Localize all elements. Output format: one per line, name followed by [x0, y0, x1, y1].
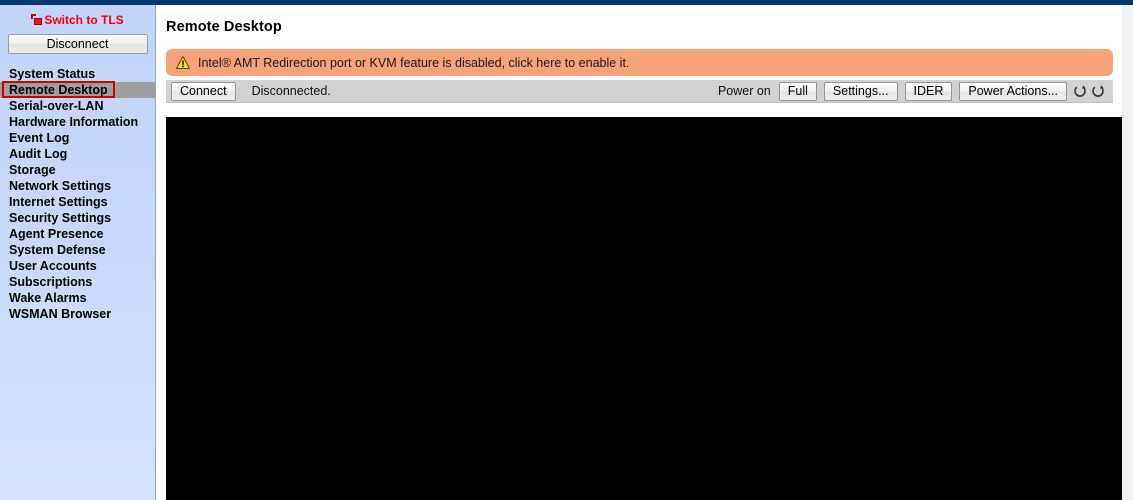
sidebar-item-label: Agent Presence [9, 227, 104, 241]
sidebar-item-security-settings[interactable]: Security Settings [0, 210, 155, 226]
sidebar-item-agent-presence[interactable]: Agent Presence [0, 226, 155, 242]
sidebar-item-label: System Status [9, 67, 96, 81]
kvm-disabled-warning-banner[interactable]: Intel® AMT Redirection port or KVM featu… [166, 49, 1113, 76]
settings-button[interactable]: Settings... [823, 81, 898, 101]
power-actions-button[interactable]: Power Actions... [959, 81, 1067, 101]
sidebar-item-storage[interactable]: Storage [0, 162, 155, 178]
sidebar-item-wake-alarms[interactable]: Wake Alarms [0, 290, 155, 306]
sidebar-item-label: Subscriptions [9, 275, 93, 289]
sidebar-item-label: Remote Desktop [9, 83, 108, 97]
right-edge-gutter [1122, 5, 1133, 500]
sidebar-item-remote-desktop[interactable]: Remote Desktop [0, 81, 155, 98]
sidebar-item-subscriptions[interactable]: Subscriptions [0, 274, 155, 290]
sidebar-item-label: Hardware Information [9, 115, 139, 129]
refresh-icon[interactable] [1091, 84, 1105, 99]
sidebar-item-label: Wake Alarms [9, 291, 87, 305]
amt-web-console: Switch to TLS Disconnect System Status R… [0, 0, 1133, 500]
sidebar: Switch to TLS Disconnect System Status R… [0, 5, 156, 500]
refresh-icon[interactable] [1073, 84, 1087, 99]
view-mode-button[interactable]: Full [778, 81, 817, 101]
sidebar-item-label: Audit Log [9, 147, 68, 161]
sidebar-item-wsman-browser[interactable]: WSMAN Browser [0, 306, 155, 322]
sidebar-item-system-status[interactable]: System Status [0, 66, 155, 82]
switch-to-tls-link[interactable]: Switch to TLS [0, 5, 155, 27]
sidebar-item-network-settings[interactable]: Network Settings [0, 178, 155, 194]
sidebar-item-label: System Defense [9, 243, 106, 257]
warning-triangle-icon [176, 56, 190, 69]
connect-button[interactable]: Connect [171, 81, 236, 101]
disconnect-button[interactable]: Disconnect [7, 34, 148, 54]
main-content: Remote Desktop Intel® AMT Redirection po… [157, 5, 1122, 500]
sidebar-item-label: WSMAN Browser [9, 307, 112, 321]
sidebar-item-label: Internet Settings [9, 195, 108, 209]
page-title: Remote Desktop [166, 19, 282, 35]
sidebar-item-audit-log[interactable]: Audit Log [0, 146, 155, 162]
sidebar-item-hardware-information[interactable]: Hardware Information [0, 114, 155, 130]
ider-button[interactable]: IDER [904, 81, 953, 101]
remote-desktop-canvas[interactable] [166, 117, 1122, 500]
kvm-toolbar: Connect Disconnected. Power on Full Sett… [166, 80, 1113, 103]
warning-message: Intel® AMT Redirection port or KVM featu… [198, 55, 630, 70]
sidebar-item-user-accounts[interactable]: User Accounts [0, 258, 155, 274]
switch-to-tls-label: Switch to TLS [44, 13, 124, 27]
sidebar-item-label: Security Settings [9, 211, 112, 225]
sidebar-item-label: Event Log [9, 131, 70, 145]
sidebar-item-serial-over-lan[interactable]: Serial-over-LAN [0, 98, 155, 114]
sidebar-item-system-defense[interactable]: System Defense [0, 242, 155, 258]
sidebar-item-event-log[interactable]: Event Log [0, 130, 155, 146]
open-padlock-icon [31, 14, 43, 25]
sidebar-item-internet-settings[interactable]: Internet Settings [0, 194, 155, 210]
sidebar-nav: System Status Remote Desktop Serial-over… [0, 66, 155, 322]
sidebar-item-label: Network Settings [9, 179, 112, 193]
connection-status-text: Disconnected. [251, 84, 331, 98]
power-state-label: Power on [717, 84, 771, 98]
sidebar-item-label: User Accounts [9, 259, 97, 273]
sidebar-item-label: Serial-over-LAN [9, 99, 104, 113]
sidebar-item-label: Storage [9, 163, 56, 177]
